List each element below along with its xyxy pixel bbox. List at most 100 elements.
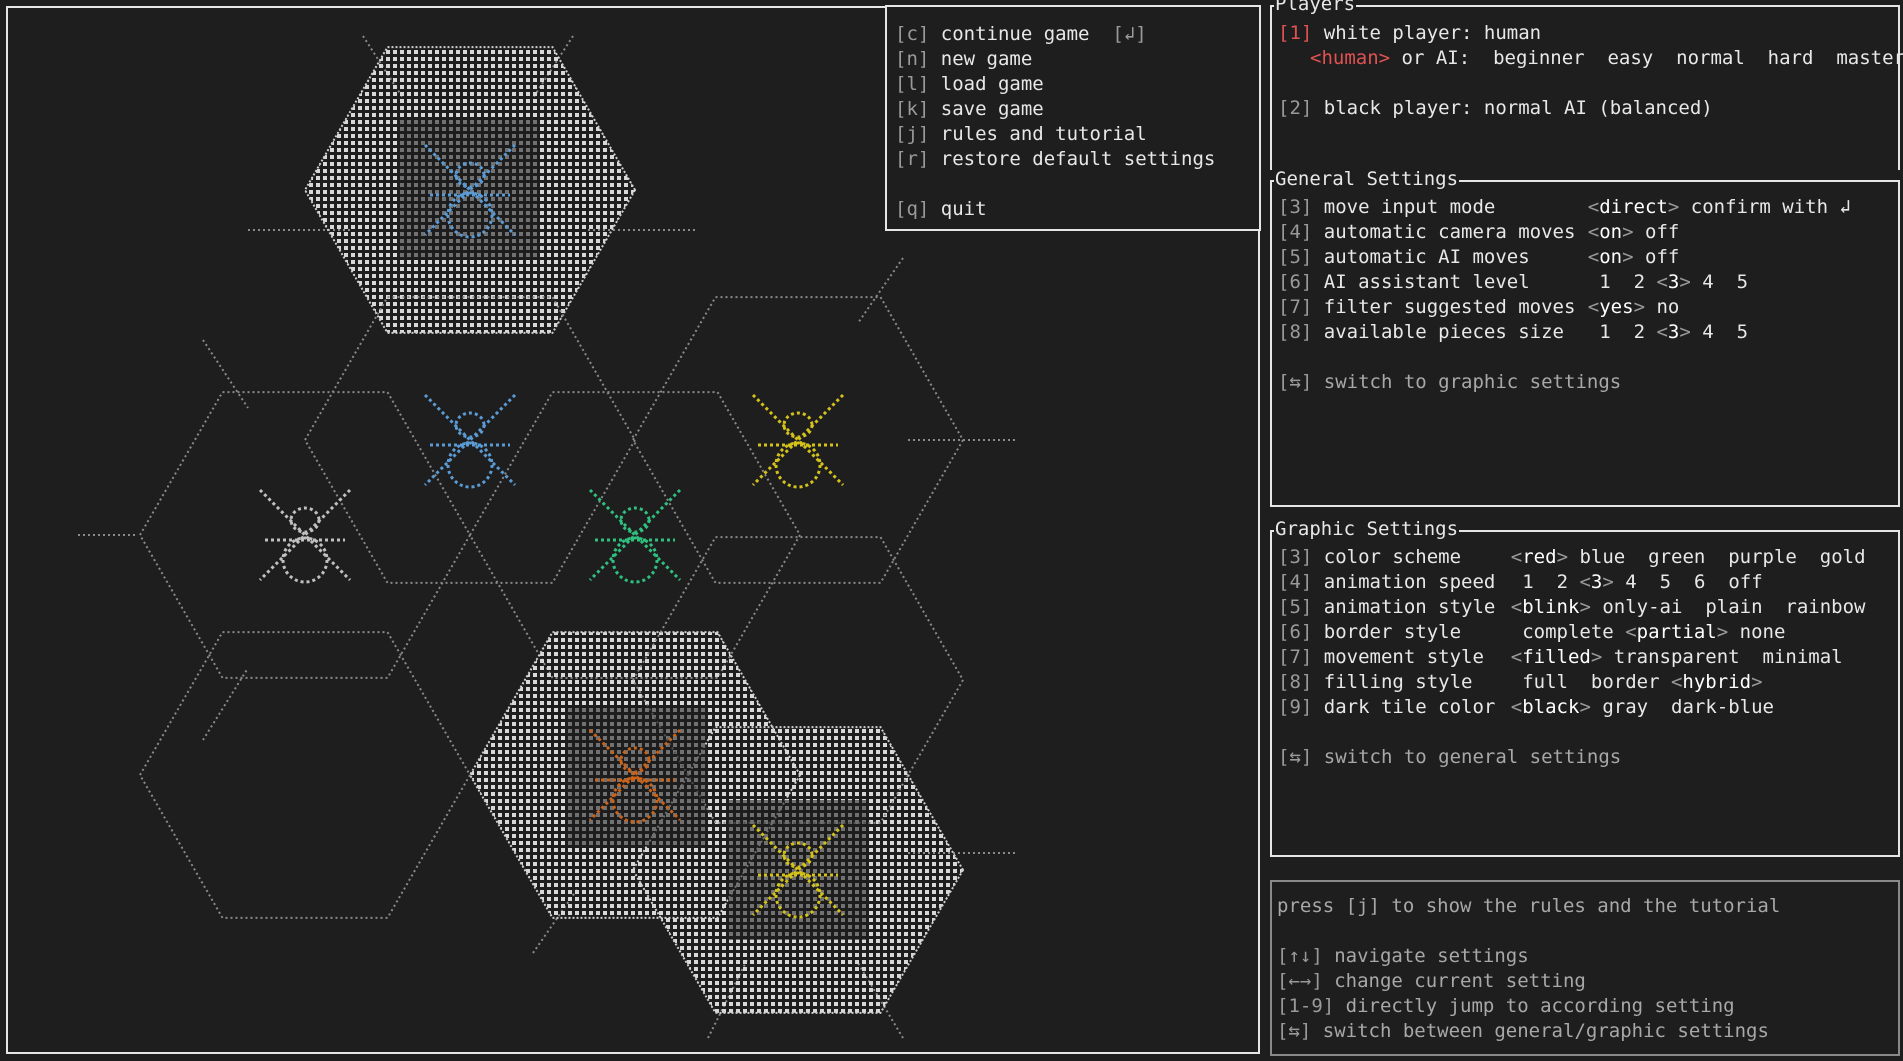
option-selected[interactable]: <direct> <box>1588 196 1680 218</box>
option-selected[interactable]: <on> <box>1588 221 1634 243</box>
option[interactable]: border <box>1579 671 1660 693</box>
key-hint: [4] <box>1278 571 1313 593</box>
setting-row[interactable]: [8] filling style full border <hybrid> <box>1278 670 1763 695</box>
menu-item-restore[interactable]: [r] restore default settings <box>895 147 1215 172</box>
option[interactable]: green <box>1637 546 1705 568</box>
menu-item-new-game[interactable]: [n] new game <box>895 47 1032 72</box>
option[interactable]: 1 <box>1511 571 1533 593</box>
option[interactable]: 2 <box>1622 321 1645 343</box>
option[interactable]: rainbow <box>1774 596 1865 618</box>
option[interactable]: dark-blue <box>1660 696 1774 718</box>
option[interactable]: confirm with ↲ <box>1691 196 1851 218</box>
setting-row[interactable]: [6] border style complete <partial> none <box>1278 620 1785 645</box>
setting-label: move input mode <box>1323 196 1496 218</box>
option-selected[interactable]: <human> <box>1310 47 1390 69</box>
switch-to-general-settings[interactable]: [⇆] switch to general settings <box>1278 745 1621 770</box>
setting-row[interactable]: [6] AI assistant level 1 2 <3> 4 5 <box>1278 270 1748 295</box>
setting-row[interactable]: [7] filter suggested moves <yes> no <box>1278 295 1679 320</box>
option[interactable]: 2 <box>1545 571 1568 593</box>
option[interactable]: blue <box>1579 546 1625 568</box>
key-hint: [8] <box>1278 671 1313 693</box>
setting-row[interactable]: [3] move input mode <direct> confirm with… <box>1278 195 1851 220</box>
option[interactable]: 5 <box>1648 571 1671 593</box>
general-settings-panel: General Settings [3] move input mode <dir… <box>1270 168 1900 507</box>
option[interactable]: off <box>1645 246 1679 268</box>
beetle-piece[interactable] <box>588 488 682 584</box>
option[interactable]: 4 <box>1702 271 1713 293</box>
ant-piece[interactable] <box>258 488 352 584</box>
setting-row[interactable]: [9] dark tile color <black> gray dark-blu… <box>1278 695 1774 720</box>
option[interactable]: 4 <box>1702 321 1713 343</box>
setting-row[interactable]: [7] movement style <filled> transparent m… <box>1278 645 1843 670</box>
white-player-options[interactable]: <human> or AI: beginner easy normal hard… <box>1310 46 1903 71</box>
white-player-setting[interactable]: [1] white player: human <box>1278 21 1541 46</box>
option[interactable]: off <box>1717 571 1762 593</box>
option[interactable]: none <box>1740 621 1786 643</box>
setting-row[interactable]: [4] automatic camera moves <on> off <box>1278 220 1679 245</box>
option-selected[interactable]: <red> <box>1511 546 1568 568</box>
option-selected[interactable]: <black> <box>1511 696 1591 718</box>
option[interactable]: only-ai <box>1602 596 1682 618</box>
option[interactable]: 5 <box>1725 321 1748 343</box>
option[interactable]: purple <box>1717 546 1797 568</box>
menu-item-load-game[interactable]: [l] load game <box>895 72 1044 97</box>
option-beginner[interactable]: beginner <box>1493 47 1585 69</box>
key-hint: [q] <box>895 198 930 220</box>
option[interactable]: gold <box>1808 546 1866 568</box>
option-selected[interactable]: <hybrid> <box>1671 671 1763 693</box>
option-normal[interactable]: normal <box>1676 47 1745 69</box>
option[interactable]: 4 <box>1625 571 1636 593</box>
option[interactable]: no <box>1656 296 1679 318</box>
option-easy[interactable]: easy <box>1607 47 1653 69</box>
option-hard[interactable]: hard <box>1768 47 1814 69</box>
option[interactable]: full <box>1511 671 1568 693</box>
option[interactable]: off <box>1645 221 1679 243</box>
setting-row[interactable]: [5] animation style <blink> only-ai plain… <box>1278 595 1865 620</box>
setting-label: animation speed <box>1323 571 1496 593</box>
menu-item-label: restore default settings <box>940 148 1216 170</box>
menu-item-save-game[interactable]: [k] save game <box>895 97 1044 122</box>
setting-row[interactable]: [4] animation speed 1 2 <3> 4 5 6 off <box>1278 570 1763 595</box>
menu-item-rules[interactable]: [j] rules and tutorial <box>895 122 1147 147</box>
option[interactable]: 6 <box>1683 571 1705 593</box>
option-selected[interactable]: <blink> <box>1511 596 1591 618</box>
setting-label: black player: normal AI (balanced) <box>1323 97 1713 119</box>
option-selected[interactable]: <3> <box>1656 271 1690 293</box>
option-selected[interactable]: <partial> <box>1625 621 1728 643</box>
key-hint: [⇆] <box>1278 371 1313 393</box>
option[interactable]: transparent <box>1614 646 1740 668</box>
key-hint: [2] <box>1278 97 1313 119</box>
option-master[interactable]: master <box>1836 47 1903 69</box>
option-selected[interactable]: <3> <box>1579 571 1613 593</box>
option[interactable]: 5 <box>1725 271 1748 293</box>
switch-label: switch to general settings <box>1323 746 1622 768</box>
option[interactable]: minimal <box>1751 646 1843 668</box>
queen-bee-piece[interactable] <box>751 393 845 489</box>
option-selected[interactable]: <yes> <box>1588 296 1645 318</box>
black-player-setting[interactable]: [2] black player: normal AI (balanced) <box>1278 96 1713 121</box>
option-selected[interactable]: <3> <box>1656 321 1690 343</box>
setting-row[interactable]: [3] color scheme <red> blue green purple … <box>1278 545 1866 570</box>
menu-item-label: save game <box>940 98 1044 120</box>
option[interactable]: plain <box>1694 596 1762 618</box>
setting-row[interactable]: [8] available pieces size 1 2 <3> 4 5 <box>1278 320 1748 345</box>
key-hint: [↑↓] <box>1277 945 1323 967</box>
option[interactable]: 2 <box>1622 271 1645 293</box>
option-selected[interactable]: <filled> <box>1511 646 1603 668</box>
option[interactable]: gray <box>1602 696 1648 718</box>
setting-label: border style <box>1323 621 1462 643</box>
menu-item-continue[interactable]: [c] continue game [↲] <box>895 22 1147 47</box>
menu-item-quit[interactable]: [q] quit <box>895 197 987 222</box>
option[interactable]: complete <box>1511 621 1614 643</box>
key-hint: [j] <box>895 123 930 145</box>
option[interactable]: 1 <box>1588 271 1610 293</box>
option-selected[interactable]: <on> <box>1588 246 1634 268</box>
switch-to-graphic-settings[interactable]: [⇆] switch to graphic settings <box>1278 370 1621 395</box>
setting-label: animation style <box>1323 596 1496 618</box>
panel-title: Players <box>1274 0 1357 15</box>
setting-row[interactable]: [5] automatic AI moves <on> off <box>1278 245 1679 270</box>
setting-label: automatic AI moves <box>1323 246 1530 268</box>
option[interactable]: 1 <box>1588 321 1610 343</box>
key-hint: [4] <box>1278 221 1313 243</box>
spider-piece-2[interactable] <box>423 393 517 489</box>
